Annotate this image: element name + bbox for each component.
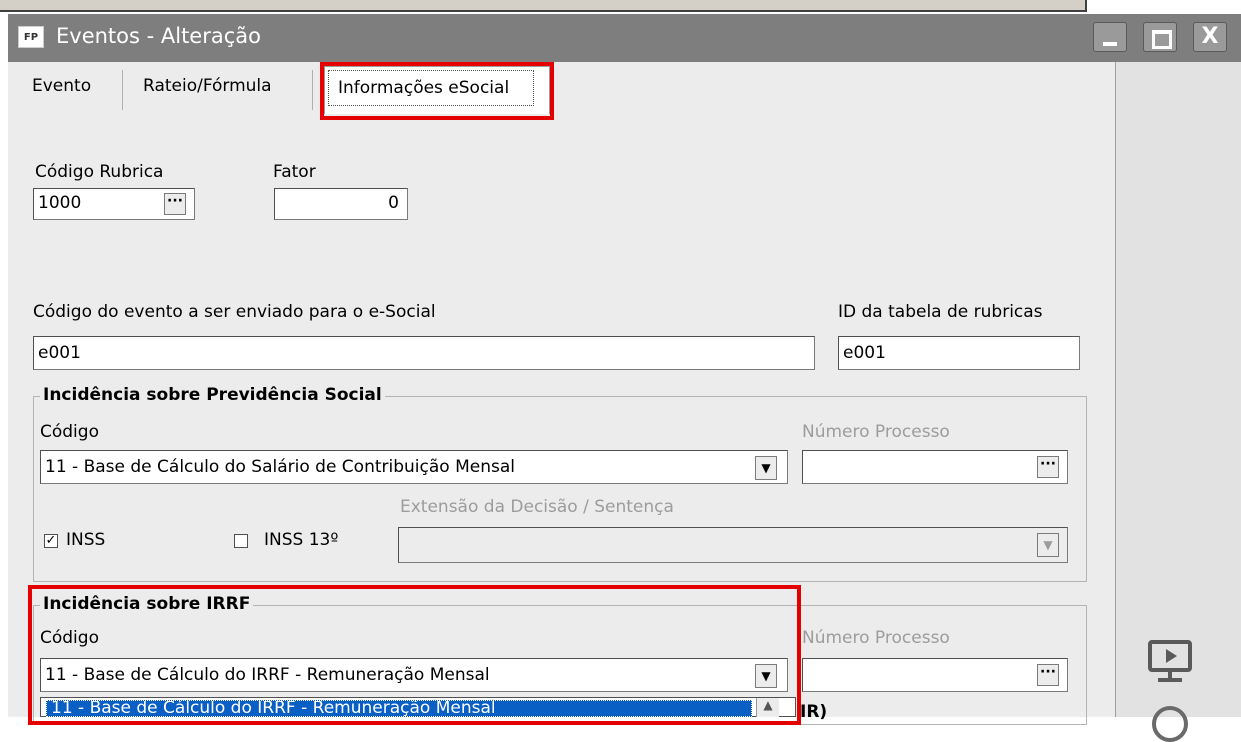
minimize-button[interactable] (1093, 22, 1127, 52)
window-title: Eventos - Alteração (56, 24, 261, 48)
codigo-rubrica-label: Código Rubrica (35, 162, 164, 182)
previdencia-numero-processo-label: Número Processo (802, 422, 950, 442)
inss13-label: INSS 13º (264, 530, 339, 550)
previdencia-codigo-dropdown-button[interactable]: ▼ (755, 456, 777, 480)
tab-rateio-formula[interactable]: Rateio/Fórmula (143, 76, 272, 96)
fator-input[interactable]: 0 (274, 188, 408, 220)
maximize-button[interactable] (1143, 22, 1177, 52)
irrf-highlight-box (28, 585, 801, 725)
tab-evento[interactable]: Evento (32, 76, 91, 96)
side-panel (1115, 62, 1241, 717)
previdencia-codigo-label: Código (40, 422, 99, 442)
monitor-icon[interactable] (1146, 638, 1198, 688)
previdencia-numero-processo-lookup-button[interactable]: ··· (1037, 456, 1059, 478)
extensao-decisao-label: Extensão da Decisão / Sentença (400, 497, 674, 517)
previdencia-numero-processo-input[interactable] (802, 450, 1068, 484)
codigo-evento-esocial-input[interactable]: e001 (33, 336, 815, 370)
previdencia-group-title: Incidência sobre Previdência Social (40, 385, 385, 405)
previdencia-codigo-select[interactable]: 11 - Base de Cálculo do Salário de Contr… (40, 450, 788, 484)
close-icon: X (1201, 24, 1219, 49)
tab-divider (312, 70, 313, 110)
inss13-checkbox[interactable] (234, 534, 248, 548)
irrf-numero-processo-input[interactable] (802, 658, 1068, 692)
irrf-partial-label: IR) (800, 702, 828, 722)
tab-highlight-box (320, 62, 554, 120)
background-window-edge (0, 0, 1087, 12)
irrf-numero-processo-label: Número Processo (802, 628, 950, 648)
inss-checkbox[interactable]: ✓ (44, 534, 58, 548)
extensao-decisao-select[interactable] (398, 527, 1068, 563)
app-icon: FP (18, 26, 44, 48)
codigo-evento-esocial-label: Código do evento a ser enviado para o e-… (33, 302, 436, 322)
close-button[interactable]: X (1193, 22, 1227, 52)
irrf-numero-processo-lookup-button[interactable]: ··· (1037, 664, 1059, 686)
extensao-decisao-dropdown-button[interactable]: ▼ (1037, 533, 1059, 557)
id-tabela-rubricas-input[interactable]: e001 (838, 336, 1080, 370)
fator-label: Fator (273, 162, 316, 182)
circle-icon[interactable] (1152, 706, 1188, 742)
inss-label: INSS (66, 530, 106, 550)
id-tabela-rubricas-label: ID da tabela de rubricas (838, 302, 1043, 322)
tab-divider (122, 70, 123, 110)
codigo-rubrica-lookup-button[interactable]: ··· (164, 193, 186, 215)
